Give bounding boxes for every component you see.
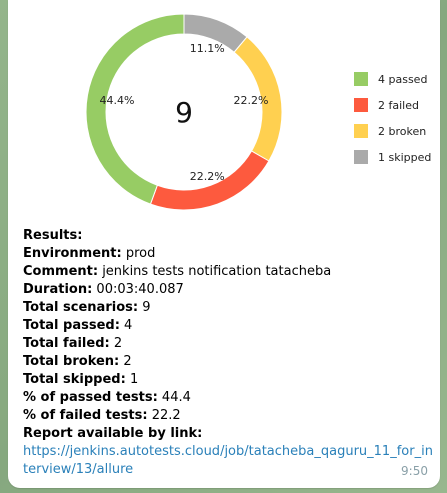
- message-text[interactable]: Results: Environment: prod Comment: jenk…: [23, 227, 433, 479]
- total-failed-value: 2: [109, 336, 123, 351]
- center-total-label: 9: [175, 96, 193, 129]
- report-line: Report available by link:: [23, 425, 433, 443]
- environment-label: Environment:: [23, 246, 122, 261]
- slice-label-failed: 22.2%: [190, 170, 225, 183]
- pct-failed-value: 22.2: [147, 408, 181, 423]
- legend-swatch-broken: [354, 124, 368, 138]
- environment-line: Environment: prod: [23, 245, 433, 263]
- total-skipped-label: Total skipped:: [23, 372, 126, 387]
- slice-label-passed: 44.4%: [100, 94, 135, 107]
- report-label: Report available by link:: [23, 426, 203, 441]
- comment-label: Comment:: [23, 264, 99, 279]
- total-passed-label: Total passed:: [23, 318, 120, 333]
- legend-swatch-passed: [354, 72, 368, 86]
- total-broken-line: Total broken: 2: [23, 353, 433, 371]
- legend-swatch-skipped: [354, 150, 368, 164]
- total-scenarios-label: Total scenarios:: [23, 300, 139, 315]
- duration-line: Duration: 00:03:40.087: [23, 281, 433, 299]
- message-bubble: 11.1% 22.2% 22.2% 44.4% 9 4 passed 2 failed …: [8, 0, 440, 488]
- pct-passed-label: % of passed tests:: [23, 390, 158, 405]
- total-passed-line: Total passed: 4: [23, 317, 433, 335]
- total-skipped-line: Total skipped: 1: [23, 371, 433, 389]
- total-scenarios-line: Total scenarios: 9: [23, 299, 433, 317]
- duration-value: 00:03:40.087: [92, 282, 184, 297]
- comment-value: jenkins tests notification tatacheba: [98, 264, 332, 279]
- total-failed-label: Total failed:: [23, 336, 110, 351]
- pct-passed-value: 44.4: [157, 390, 191, 405]
- pct-failed-line: % of failed tests: 22.2: [23, 407, 433, 425]
- legend-label: 4 passed: [378, 72, 428, 86]
- total-failed-line: Total failed: 2: [23, 335, 433, 353]
- slice-passed: [85, 13, 185, 205]
- total-broken-label: Total broken:: [23, 354, 120, 369]
- legend-item-passed: 4 passed: [354, 66, 431, 92]
- legend-label: 2 failed: [378, 98, 419, 112]
- slice-label-skipped: 11.1%: [190, 42, 225, 55]
- report-link[interactable]: https://jenkins.autotests.cloud/job/tata…: [23, 443, 433, 479]
- chart-legend: 4 passed 2 failed 2 broken 1 skipped: [354, 66, 431, 170]
- legend-item-failed: 2 failed: [354, 92, 431, 118]
- legend-swatch-failed: [354, 98, 368, 112]
- message-time: 9:50: [401, 464, 428, 478]
- comment-line: Comment: jenkins tests notification tata…: [23, 263, 433, 281]
- legend-label: 1 skipped: [378, 150, 432, 164]
- total-broken-value: 2: [119, 354, 132, 369]
- results-label: Results:: [23, 228, 83, 243]
- donut-chart: 11.1% 22.2% 22.2% 44.4% 9: [85, 13, 283, 211]
- environment-value: prod: [121, 246, 156, 261]
- duration-label: Duration:: [23, 282, 93, 297]
- allure-report-chart: 11.1% 22.2% 22.2% 44.4% 9 4 passed 2 failed …: [8, 0, 440, 222]
- pct-failed-label: % of failed tests:: [23, 408, 148, 423]
- total-passed-value: 4: [119, 318, 133, 333]
- legend-item-skipped: 1 skipped: [354, 144, 431, 170]
- results-heading: Results:: [23, 227, 433, 245]
- legend-item-broken: 2 broken: [354, 118, 431, 144]
- slice-label-broken: 22.2%: [233, 94, 268, 107]
- legend-label: 2 broken: [378, 124, 427, 138]
- total-skipped-value: 1: [125, 372, 139, 387]
- total-scenarios-value: 9: [138, 300, 151, 315]
- pct-passed-line: % of passed tests: 44.4: [23, 389, 433, 407]
